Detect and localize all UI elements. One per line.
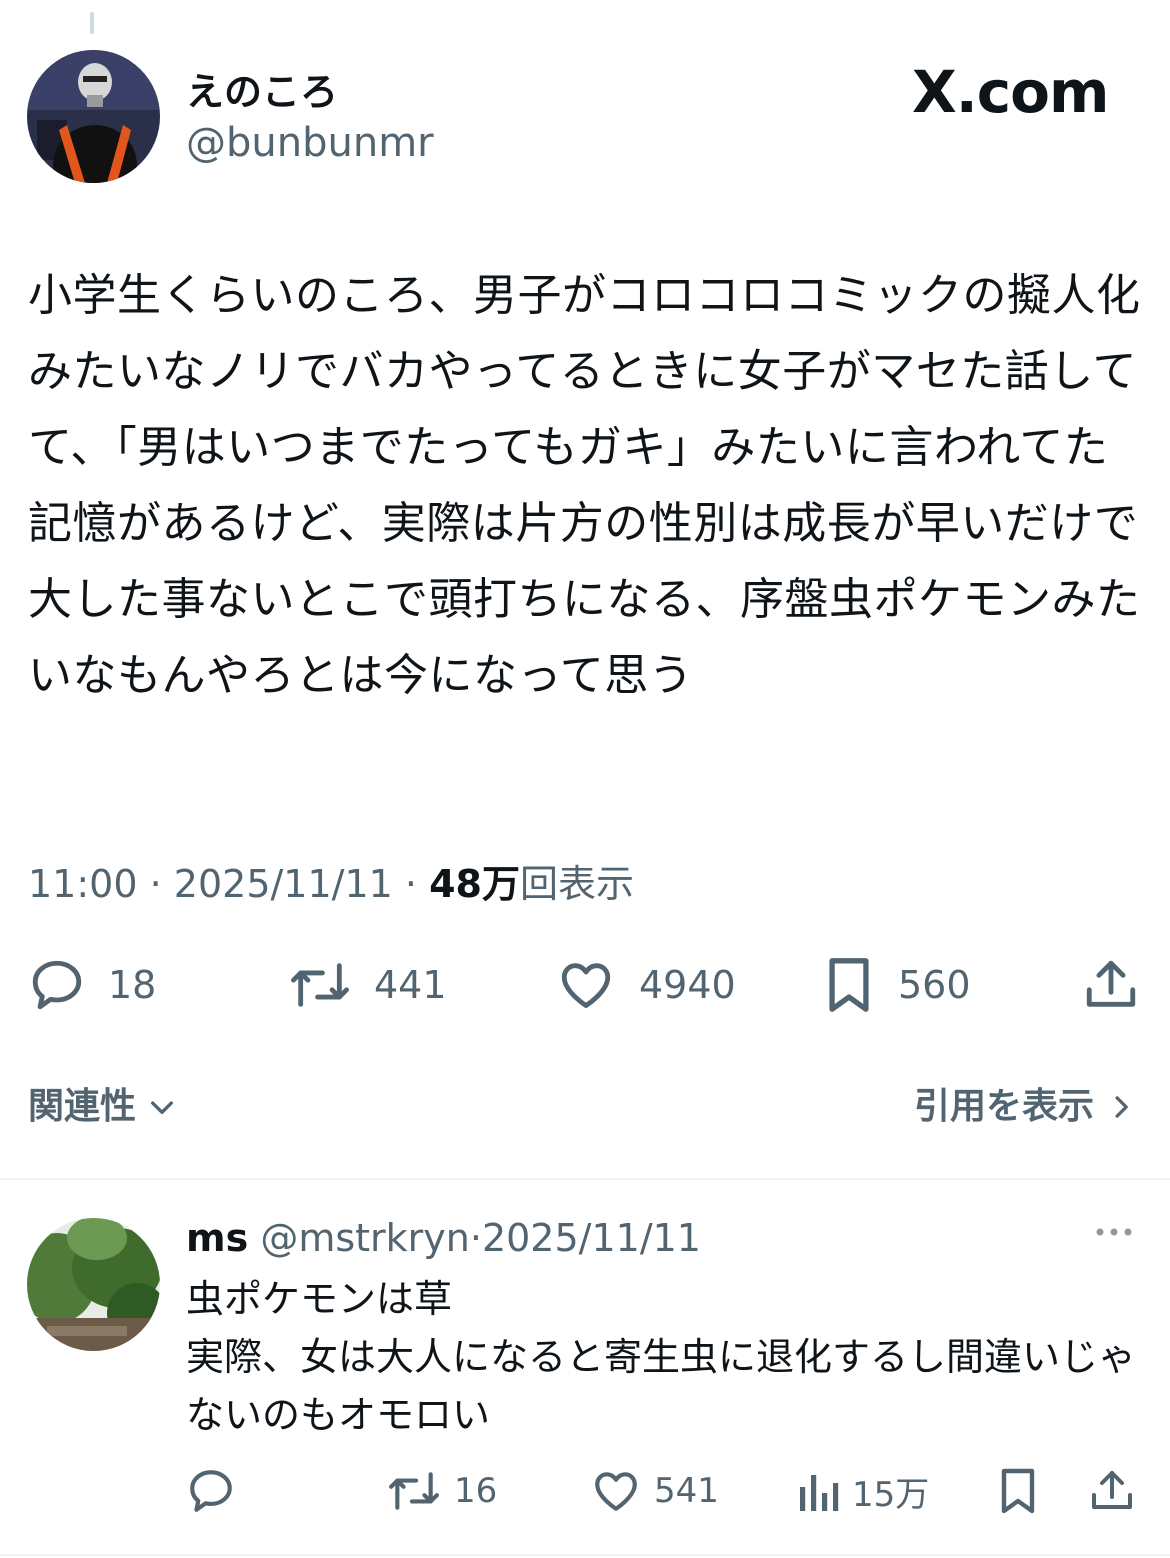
meta-separator: · [404, 862, 418, 906]
meta-separator: · [149, 862, 162, 906]
reply-avatar[interactable] [27, 1218, 160, 1351]
bookmark-icon [1001, 1468, 1035, 1514]
reply-bookmark-button[interactable] [996, 1466, 1040, 1516]
meta-separator: · [469, 1216, 482, 1260]
view-quotes-label: 引用を表示 [913, 1086, 1094, 1127]
share-icon [1092, 1471, 1132, 1509]
repost-count: 441 [374, 963, 447, 1007]
reply-icon [32, 960, 82, 1010]
author-display-name[interactable]: えのころ [186, 70, 338, 114]
views-icon [800, 1475, 839, 1511]
view-label[interactable]: 回表示 [520, 862, 634, 906]
chevron-down-icon [151, 1101, 174, 1114]
repost-button[interactable]: 441 [288, 956, 447, 1014]
view-count: 48万 [429, 862, 520, 906]
section-divider [0, 1178, 1170, 1180]
bottom-divider [0, 1554, 1170, 1556]
reply-views-button[interactable]: 15万 [796, 1466, 929, 1516]
like-count: 4940 [639, 963, 736, 1007]
reply-header: ms @mstrkryn·2025/11/11 [186, 1214, 701, 1262]
reply-repost-count: 16 [454, 1471, 498, 1511]
bookmark-button[interactable]: 560 [822, 956, 971, 1014]
reply-reply-button[interactable] [186, 1466, 236, 1516]
bookmark-icon [829, 958, 869, 1012]
reply-like-count: 541 [654, 1471, 719, 1511]
thread-line [90, 12, 94, 34]
repost-icon [290, 963, 349, 1007]
x-logo: X.com [912, 58, 1109, 126]
reply-views-count: 15万 [852, 1474, 930, 1515]
tweet-time: 11:00 [28, 862, 138, 906]
reply-count: 18 [108, 963, 157, 1007]
reply-repost-button[interactable]: 16 [386, 1466, 497, 1516]
reply-like-button[interactable]: 541 [590, 1466, 719, 1516]
reply-button[interactable]: 18 [28, 956, 156, 1014]
tweet-meta: 11:00 · 2025/11/11 · 48万回表示 [28, 858, 634, 910]
tweet-date: 2025/11/11 [173, 862, 393, 906]
reply-handle[interactable]: @mstrkryn [260, 1216, 470, 1260]
more-button[interactable] [1092, 1222, 1136, 1246]
chevron-right-icon [1115, 1096, 1128, 1118]
reply-display-name[interactable]: ms [186, 1216, 248, 1260]
repost-icon [389, 1472, 439, 1510]
reply-date[interactable]: 2025/11/11 [482, 1216, 701, 1260]
reply-icon [190, 1470, 232, 1512]
reply-text: 虫ポケモンは草 実際、女は大人になると寄生虫に退化するし間違いじゃないのもオモロ… [186, 1277, 1137, 1437]
author-avatar[interactable] [27, 50, 160, 183]
view-quotes-link[interactable]: 引用を表示 [914, 1082, 1134, 1132]
like-button[interactable]: 4940 [555, 956, 736, 1014]
reply-share-button[interactable] [1088, 1466, 1136, 1516]
author-handle[interactable]: @bunbunmr [186, 120, 434, 166]
tweet-text: 小学生くらいのころ、男子がコロコロコミックの擬人化みたいなノリでバカやってるとき… [28, 270, 1141, 701]
bookmark-count: 560 [898, 963, 971, 1007]
like-icon [561, 963, 611, 1008]
like-icon [595, 1472, 637, 1511]
more-icon [1096, 1228, 1132, 1236]
share-icon [1086, 960, 1136, 1007]
relevance-sort[interactable]: 関連性 [28, 1082, 178, 1132]
share-button[interactable] [1082, 956, 1140, 1014]
relevance-label: 関連性 [28, 1086, 137, 1127]
